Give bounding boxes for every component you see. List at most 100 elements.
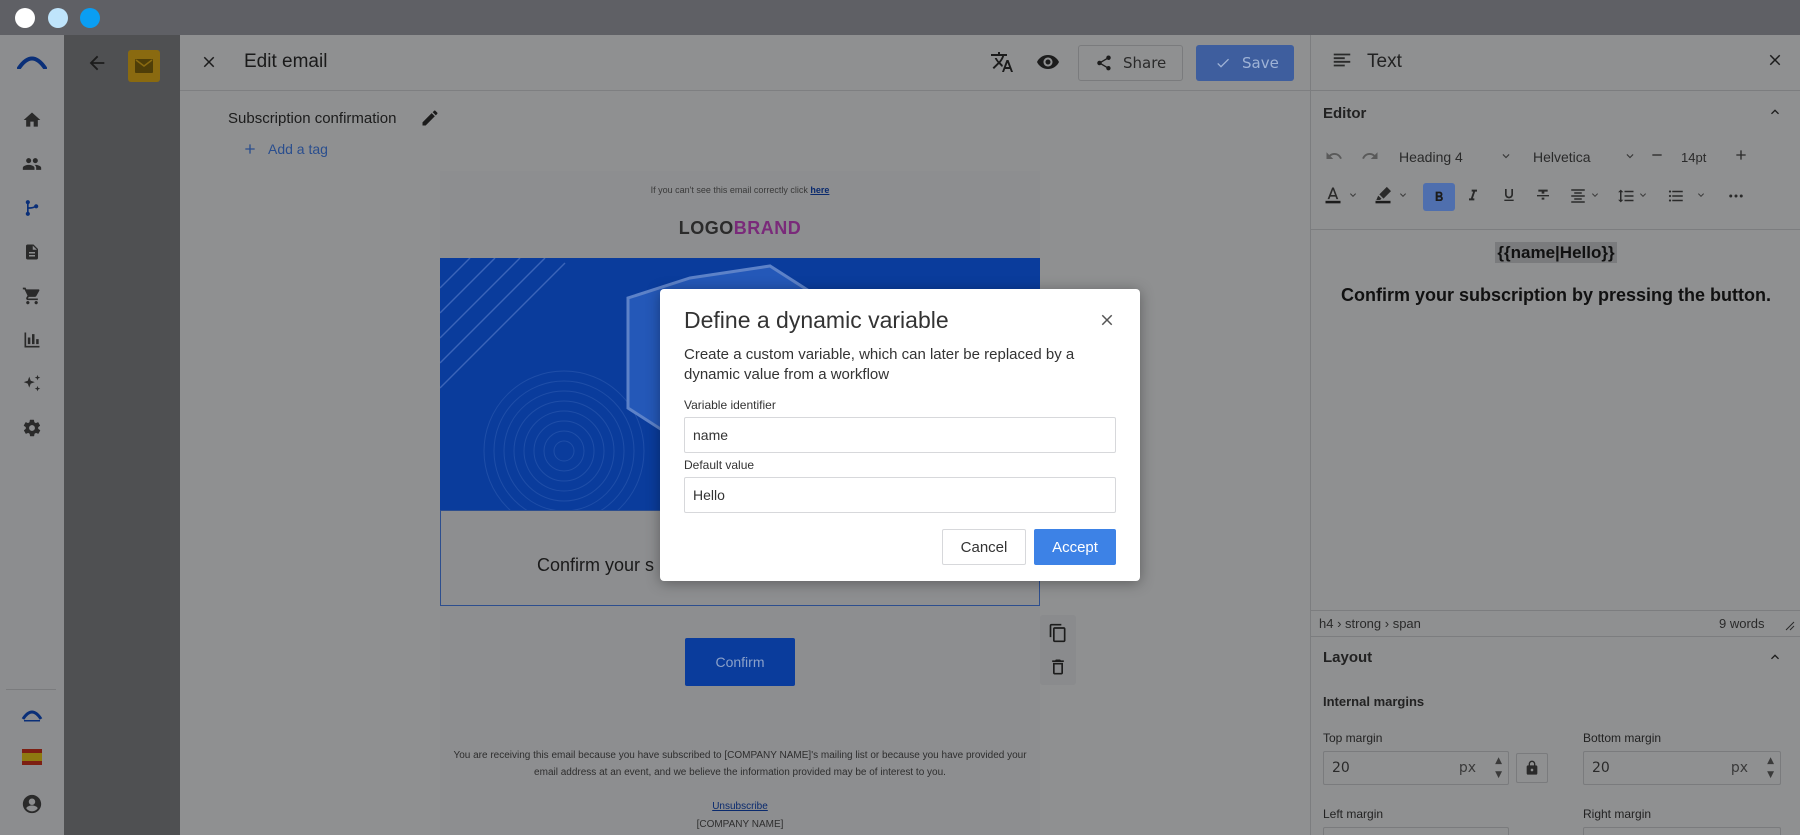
email-footer-text: You are receiving this email because you… xyxy=(453,750,1027,778)
properties-panel: Text Editor Heading 4 Helvetica 14pt {{n… xyxy=(1310,35,1800,835)
bold-icon xyxy=(1435,191,1443,201)
back-arrow-icon[interactable] xyxy=(86,52,108,78)
user-icon[interactable] xyxy=(20,792,44,816)
right-margin-label: Right margin xyxy=(1583,807,1652,821)
top-margin-label: Top margin xyxy=(1323,731,1383,745)
preheader-text: If you can't see this email correctly cl… xyxy=(650,185,808,195)
variable-identifier-input[interactable]: name xyxy=(684,417,1116,453)
share-label: Share xyxy=(1123,54,1167,72)
share-icon xyxy=(1097,55,1111,71)
email-type-icon xyxy=(128,50,160,82)
ai-sparkle-icon[interactable] xyxy=(20,372,44,396)
brand-logo-icon[interactable] xyxy=(20,703,44,727)
cancel-button[interactable]: Cancel xyxy=(942,529,1026,565)
brand-logo-icon[interactable] xyxy=(16,50,48,74)
chevron-down-icon[interactable] xyxy=(1397,189,1409,201)
align-icon[interactable] xyxy=(1569,187,1587,205)
email-confirm-button[interactable]: Confirm xyxy=(685,638,795,686)
cart-icon[interactable] xyxy=(20,284,44,308)
save-button[interactable]: Save xyxy=(1196,45,1294,81)
logo-part2: BRAND xyxy=(733,218,802,238)
left-margin-input[interactable] xyxy=(1323,827,1509,835)
element-path: h4 › strong › span xyxy=(1319,616,1421,631)
undo-icon[interactable] xyxy=(1325,147,1343,165)
bottom-margin-input[interactable]: 20 px ▲ ▼ xyxy=(1583,751,1781,785)
text-block-icon xyxy=(1331,49,1353,75)
spain-flag-icon[interactable] xyxy=(20,745,44,769)
email-logo: LOGOBRAND xyxy=(440,218,1040,239)
window-maximize-dot[interactable] xyxy=(80,8,100,28)
dynamic-variable-dialog: Define a dynamic variable Create a custo… xyxy=(660,289,1140,581)
translate-icon[interactable] xyxy=(990,50,1014,78)
content-variable-heading[interactable]: {{name|Hello}} xyxy=(1311,242,1800,263)
preheader-link[interactable]: here xyxy=(810,185,829,195)
collapse-editor-icon[interactable] xyxy=(1767,104,1783,124)
highlight-color-icon[interactable] xyxy=(1373,185,1393,205)
dialog-close-icon[interactable] xyxy=(1098,311,1116,333)
app-sidebar xyxy=(0,35,64,835)
edit-subject-pencil-icon[interactable] xyxy=(420,108,440,132)
redo-icon[interactable] xyxy=(1361,147,1379,165)
contacts-icon[interactable] xyxy=(20,152,44,176)
window-close-dot[interactable] xyxy=(15,8,35,28)
text-color-icon[interactable] xyxy=(1323,185,1343,205)
bold-button[interactable] xyxy=(1423,183,1455,211)
editor-toolbar: Edit email Share xyxy=(180,35,1310,91)
plus-icon xyxy=(245,144,255,154)
preview-eye-icon[interactable] xyxy=(1036,50,1060,78)
strikethrough-icon[interactable] xyxy=(1535,187,1551,203)
line-height-icon[interactable] xyxy=(1617,187,1635,205)
content-body-text[interactable]: Confirm your subscription by pressing th… xyxy=(1311,285,1800,306)
block-format-select[interactable]: Heading 4 xyxy=(1399,149,1463,165)
settings-icon[interactable] xyxy=(20,416,44,440)
save-label: Save xyxy=(1242,54,1279,72)
check-icon xyxy=(1217,58,1229,68)
italic-icon[interactable] xyxy=(1465,187,1481,203)
analytics-icon[interactable] xyxy=(20,328,44,352)
bullet-list-icon[interactable] xyxy=(1667,187,1685,205)
more-options-icon[interactable] xyxy=(1727,187,1745,205)
editor-title: Edit email xyxy=(244,51,328,72)
delete-block-icon[interactable] xyxy=(1048,657,1068,681)
window-minimize-dot[interactable] xyxy=(48,8,68,28)
add-tag-link[interactable]: Add a tag xyxy=(242,141,328,157)
workflows-icon[interactable] xyxy=(20,196,44,220)
right-margin-input[interactable] xyxy=(1583,827,1781,835)
share-button[interactable]: Share xyxy=(1078,45,1184,81)
block-actions xyxy=(1040,615,1076,685)
dialog-description: Create a custom variable, which can late… xyxy=(684,346,1075,383)
font-size-input[interactable]: 14pt xyxy=(1681,150,1706,165)
font-family-select[interactable]: Helvetica xyxy=(1533,149,1591,165)
stepper-arrows-icon[interactable]: ▲ ▼ xyxy=(1495,754,1502,782)
collapse-layout-icon[interactable] xyxy=(1767,649,1783,669)
email-body-text: Confirm your s xyxy=(537,555,655,575)
chevron-down-icon[interactable] xyxy=(1347,189,1359,201)
internal-margins-title: Internal margins xyxy=(1323,694,1425,709)
documents-icon[interactable] xyxy=(20,240,44,264)
chevron-down-icon[interactable] xyxy=(1695,189,1707,201)
unit-label: px xyxy=(1730,760,1748,776)
close-panel-icon[interactable] xyxy=(1766,51,1784,73)
increase-font-icon[interactable] xyxy=(1733,147,1749,163)
top-margin-input[interactable]: 20 px ▲ ▼ xyxy=(1323,751,1509,785)
accept-button[interactable]: Accept xyxy=(1034,529,1116,565)
close-editor-icon[interactable] xyxy=(200,53,218,75)
chevron-down-icon[interactable] xyxy=(1623,149,1637,163)
unit-label: px xyxy=(1458,760,1476,776)
identifier-label: Variable identifier xyxy=(684,398,776,412)
chevron-down-icon[interactable] xyxy=(1499,149,1513,163)
unsubscribe-link[interactable]: Unsubscribe xyxy=(440,801,1040,812)
decrease-font-icon[interactable] xyxy=(1649,147,1665,163)
layout-section-title: Layout xyxy=(1323,649,1373,666)
underline-icon[interactable] xyxy=(1501,187,1517,203)
lock-margins-icon[interactable] xyxy=(1516,753,1548,783)
stepper-arrows-icon[interactable]: ▲ ▼ xyxy=(1767,754,1774,782)
chevron-down-icon[interactable] xyxy=(1637,189,1649,201)
home-icon[interactable] xyxy=(20,108,44,132)
duplicate-block-icon[interactable] xyxy=(1048,623,1068,647)
chevron-down-icon[interactable] xyxy=(1589,189,1601,201)
default-value-input[interactable]: Hello xyxy=(684,477,1116,513)
word-count: 9 words xyxy=(1719,616,1765,631)
logo-part1: LOGO xyxy=(678,218,734,238)
resize-handle-icon[interactable] xyxy=(1785,621,1795,631)
